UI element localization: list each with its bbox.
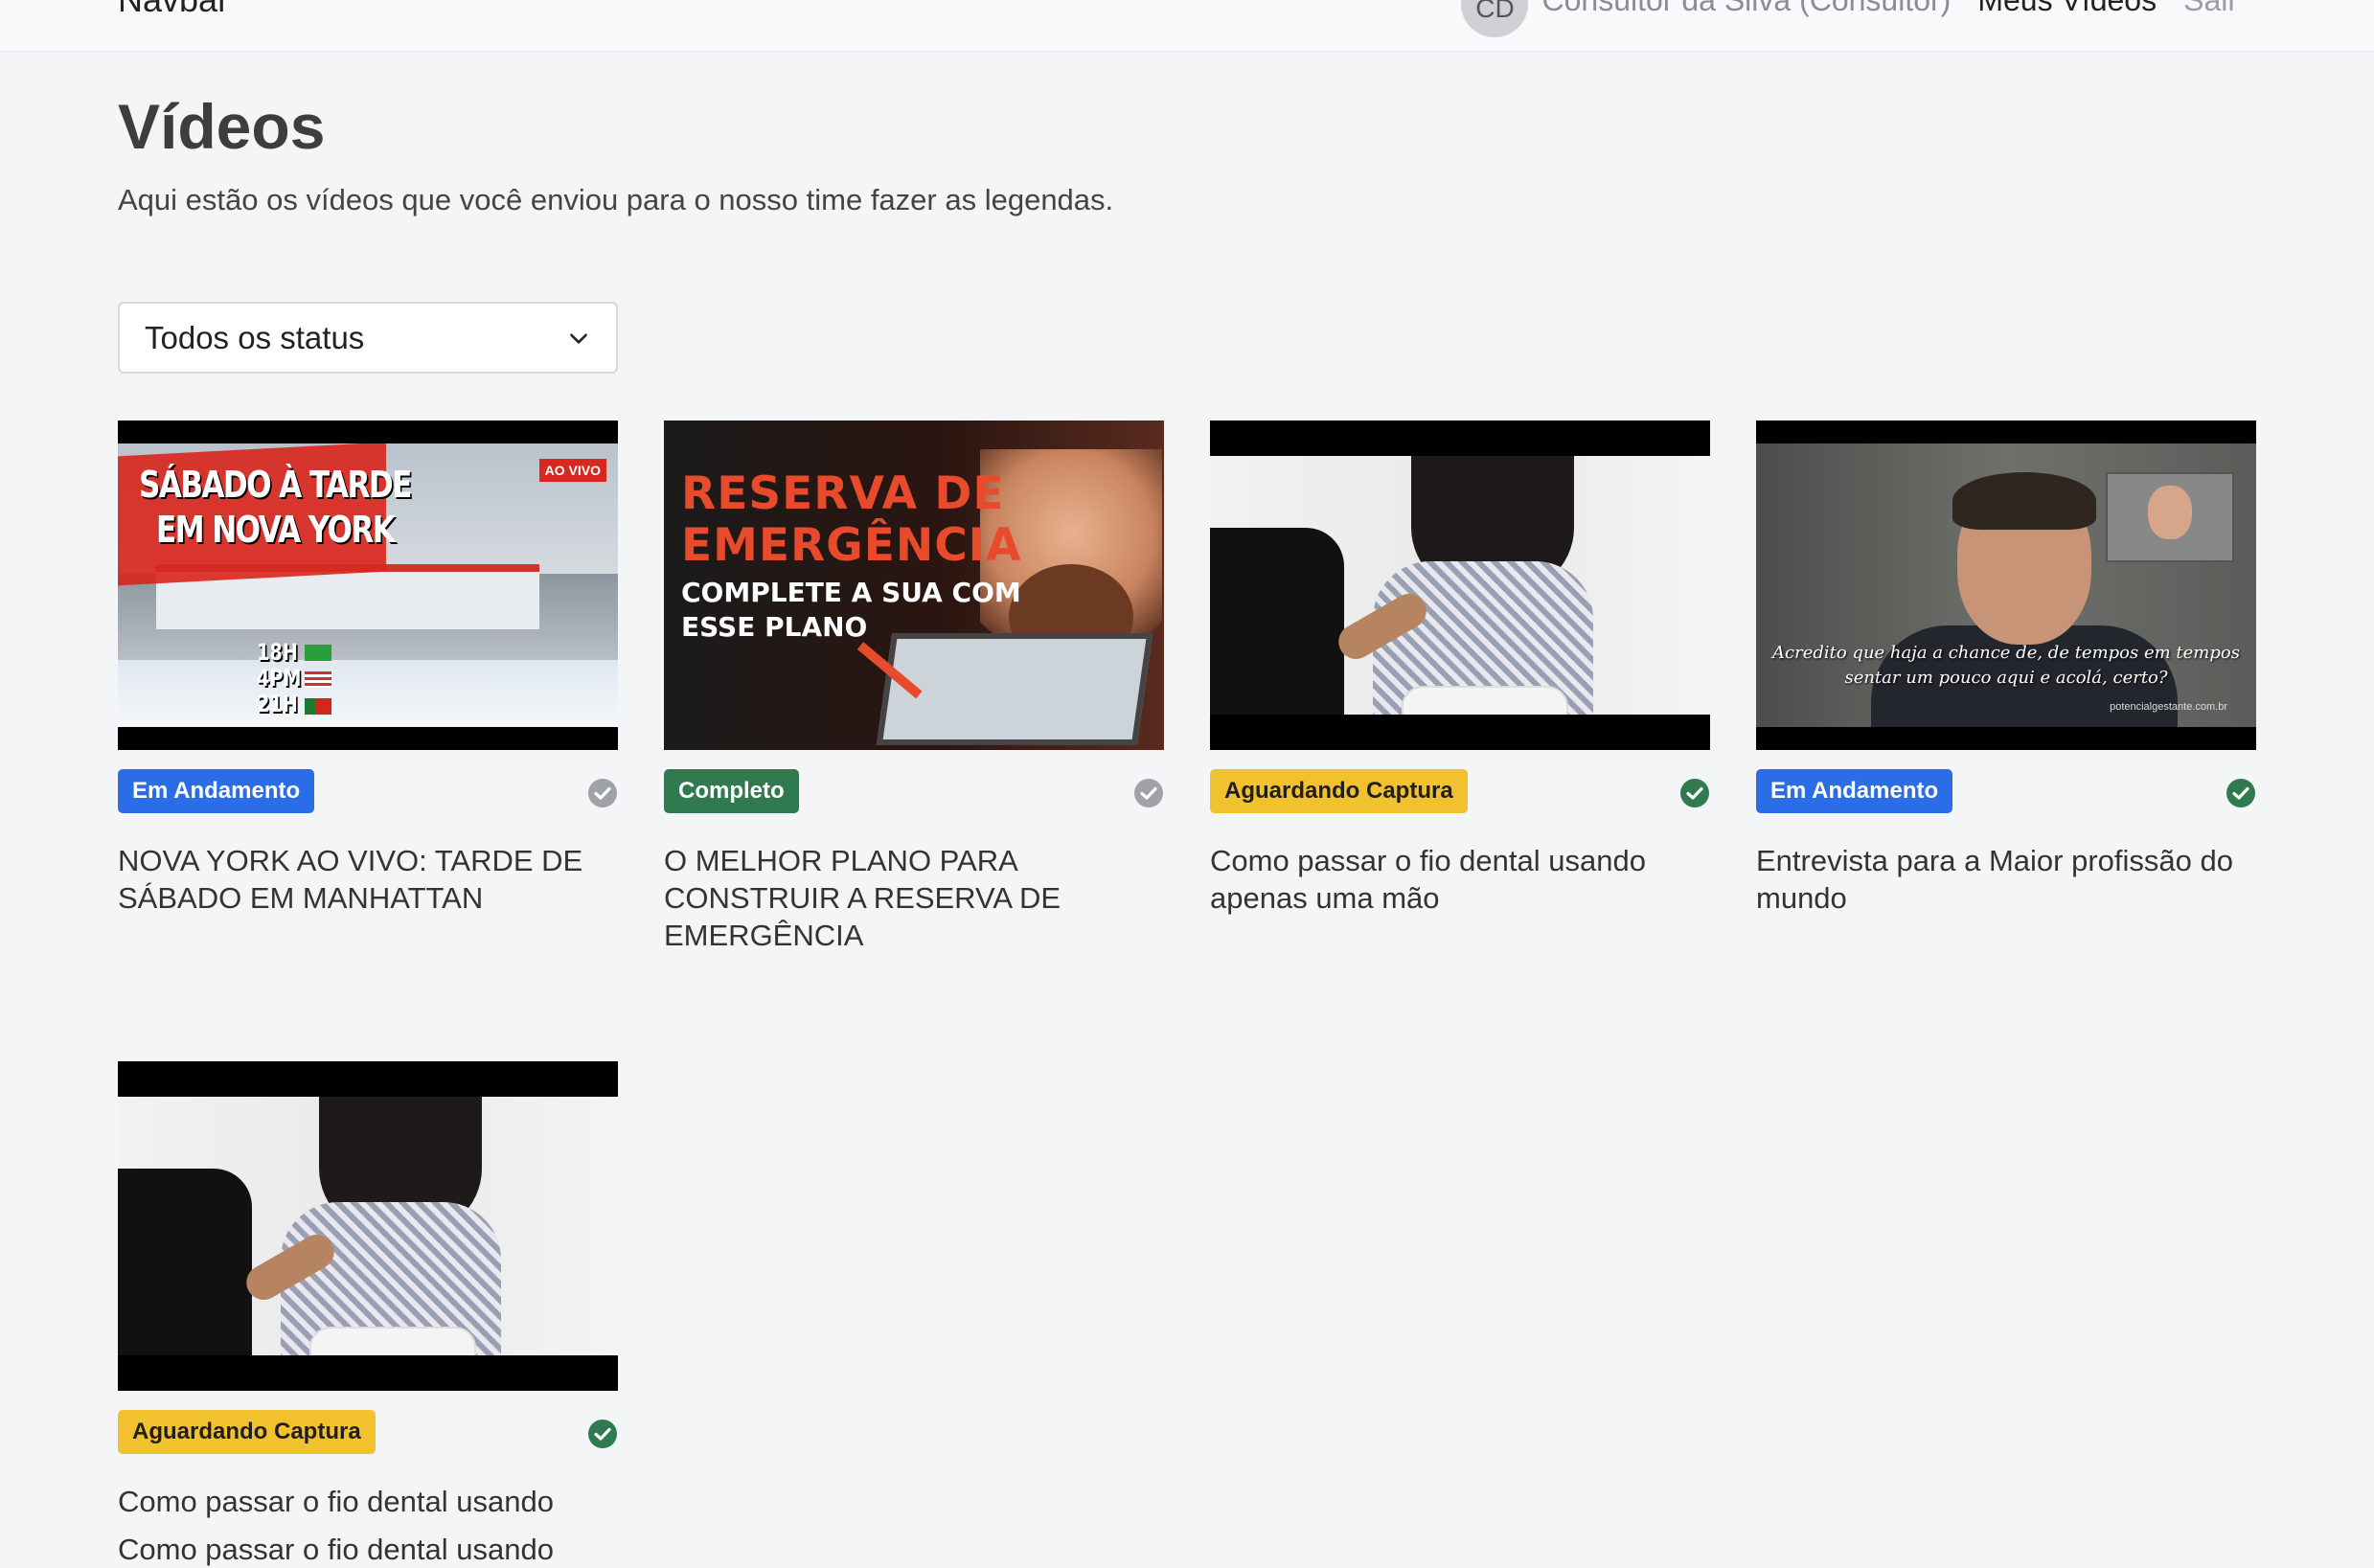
- thumb-bg: [118, 1097, 618, 1391]
- thumb-bg: [1210, 456, 1710, 750]
- video-title-line: Como passar o fio dental usando: [118, 1533, 554, 1566]
- status-badge: Aguardando Captura: [1210, 769, 1468, 813]
- video-card: RESERVA DE EMERGÊNCIA COMPLETE A SUA COM E…: [664, 420, 1164, 954]
- letterbox-band: [1756, 420, 2256, 443]
- status-badge: Em Andamento: [1756, 769, 1953, 813]
- video-card: Acredito que haja a chance de, de tempos…: [1756, 420, 2256, 917]
- caption-line: Acredito que haja a chance de, de tempos…: [1772, 643, 2240, 663]
- thumb-text: 4PM: [257, 665, 302, 692]
- status-badge: Aguardando Captura: [118, 1410, 376, 1454]
- thumb-text-line: COMPLETE A SUA COM: [681, 577, 1021, 608]
- check-circle-icon: [588, 779, 617, 807]
- check-circle-icon: [1680, 779, 1709, 807]
- letterbox-band: [118, 420, 618, 443]
- video-title[interactable]: Como passar o fio dental usando apenas u…: [1210, 842, 1710, 917]
- navbar: Navbar CD Consultor da Silva (Consultor)…: [0, 0, 2374, 52]
- usa-flag-icon: [305, 671, 331, 688]
- thumb-text: COMPLETE A SUA COM ESSE PLANO: [681, 576, 1021, 645]
- video-title[interactable]: Entrevista para a Maior profissão do mun…: [1756, 842, 2256, 917]
- thumb-text: 21H: [257, 691, 298, 717]
- letterbox-band: [118, 727, 618, 750]
- thumb-text: AO VIVO: [538, 459, 606, 482]
- brazil-flag-icon: [305, 645, 331, 661]
- video-thumbnail[interactable]: [118, 1061, 618, 1391]
- card-meta: Completo: [664, 769, 1164, 815]
- thumb-caption: Acredito que haja a chance de, de tempos…: [1756, 641, 2256, 691]
- caption-line: sentar um pouco aqui e acolá, certo?: [1844, 668, 2168, 688]
- check-circle-icon: [1134, 779, 1163, 807]
- nav-link-meus-videos[interactable]: Meus Vídeos: [1977, 0, 2157, 18]
- video-title[interactable]: NOVA YORK AO VIVO: TARDE DE SÁBADO EM MA…: [118, 842, 618, 917]
- letterbox-band: [1210, 715, 1710, 750]
- thumb-watermark: potencialgestante.com.br: [2110, 701, 2227, 713]
- video-title[interactable]: Como passar o fio dental usando Como pas…: [118, 1483, 618, 1568]
- video-thumbnail[interactable]: [1210, 420, 1710, 750]
- check-circle-icon: [588, 1420, 617, 1448]
- video-thumbnail[interactable]: RESERVA DE EMERGÊNCIA COMPLETE A SUA COM E…: [664, 420, 1164, 750]
- card-meta: Em Andamento: [118, 769, 618, 815]
- thumb-text-line: RESERVA DE: [681, 467, 1005, 520]
- chevron-down-icon: [570, 332, 587, 344]
- video-thumbnail[interactable]: Acredito que haja a chance de, de tempos…: [1756, 420, 2256, 750]
- user-name[interactable]: Consultor da Silva (Consultor): [1541, 0, 1951, 18]
- nav-link-sair[interactable]: Sair: [2183, 0, 2238, 18]
- portugal-flag-icon: [305, 698, 331, 715]
- page-subtitle: Aqui estão os vídeos que você enviou par…: [118, 183, 1114, 216]
- navbar-right: CD Consultor da Silva (Consultor) Meus V…: [1461, 0, 2238, 37]
- thumb-bg: [1952, 472, 2096, 530]
- video-card: Aguardando Captura Como passar o fio den…: [1210, 420, 1710, 917]
- thumb-bg: [2148, 486, 2192, 539]
- letterbox-band: [118, 1355, 618, 1391]
- avatar[interactable]: CD: [1461, 0, 1529, 37]
- status-filter-select[interactable]: Todos os status: [118, 302, 618, 374]
- status-badge: Completo: [664, 769, 799, 813]
- thumb-bg: [118, 660, 618, 727]
- navbar-brand[interactable]: Navbar: [118, 0, 229, 21]
- video-card: SÁBADO À TARDE EM NOVA YORK AO VIVO 18H …: [118, 420, 618, 917]
- card-meta: Em Andamento: [1756, 769, 2256, 815]
- thumb-text-line: ESSE PLANO: [681, 611, 868, 643]
- thumb-text: EM NOVA YORK: [156, 509, 396, 551]
- thumb-text: 18H: [257, 639, 298, 666]
- card-meta: Aguardando Captura: [1210, 769, 1710, 815]
- video-title[interactable]: O MELHOR PLANO PARA CONSTRUIR A RESERVA …: [664, 842, 1164, 954]
- thumb-text: RESERVA DE EMERGÊNCIA: [681, 468, 1022, 572]
- pip-video: [2106, 472, 2234, 562]
- video-title-line: Como passar o fio dental usando: [118, 1485, 554, 1518]
- status-badge: Em Andamento: [118, 769, 315, 813]
- thumb-text-line: EMERGÊNCIA: [681, 519, 1022, 572]
- video-thumbnail[interactable]: SÁBADO À TARDE EM NOVA YORK AO VIVO 18H …: [118, 420, 618, 750]
- letterbox-band: [1210, 420, 1710, 456]
- check-circle-icon: [2226, 779, 2255, 807]
- status-filter-value: Todos os status: [145, 319, 365, 355]
- thumb-text: SÁBADO À TARDE: [139, 464, 412, 506]
- letterbox-band: [1756, 727, 2256, 750]
- card-meta: Aguardando Captura: [118, 1410, 618, 1456]
- page-title: Vídeos: [118, 91, 326, 162]
- video-card: Aguardando Captura Como passar o fio den…: [118, 1061, 618, 1568]
- letterbox-band: [118, 1061, 618, 1097]
